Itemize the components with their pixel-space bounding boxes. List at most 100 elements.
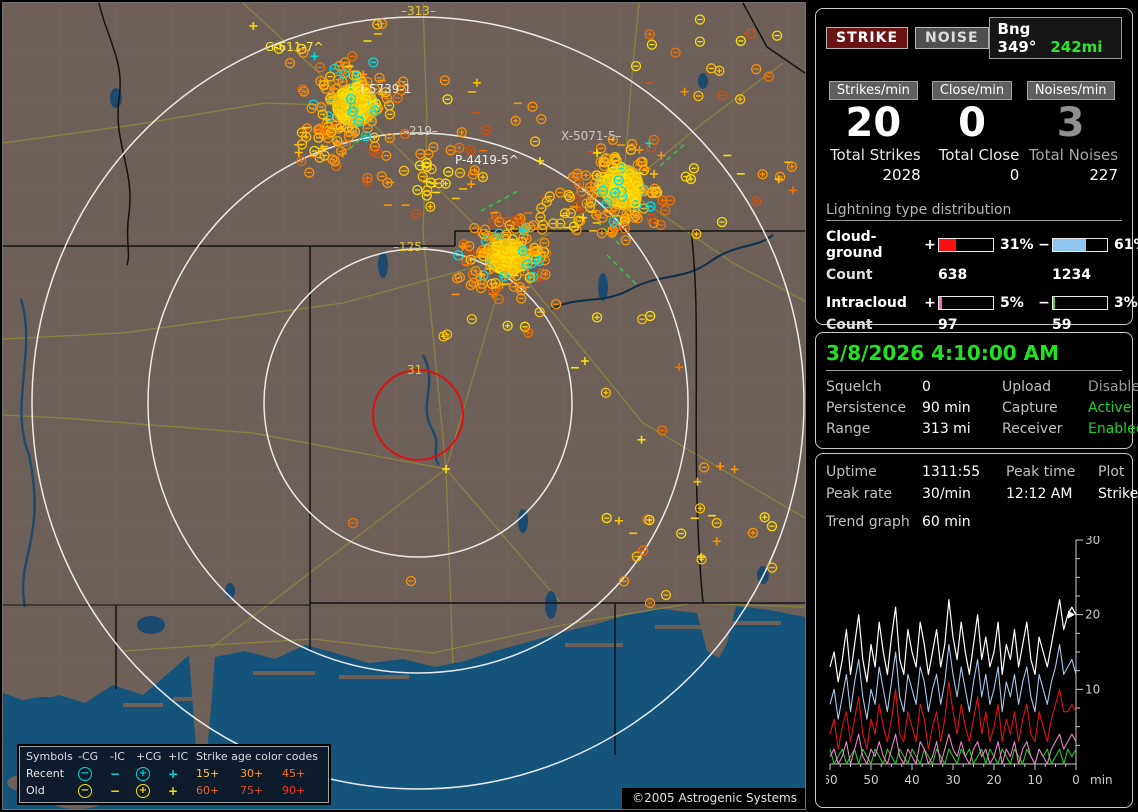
- noises-rate: 3: [1057, 102, 1085, 144]
- age-badge-45: 45+: [282, 767, 322, 781]
- age-badge-30: 30+: [240, 767, 282, 781]
- plus-icon: +: [168, 784, 196, 798]
- ic-neg-pct: 3%: [1110, 295, 1138, 311]
- peak-rate-label: Peak rate: [826, 486, 922, 502]
- svg-text:31: 31: [407, 363, 422, 377]
- ic-pos-bar: [938, 296, 994, 310]
- receiver-status: Enabled: [1088, 421, 1138, 437]
- cg-pos-pct: 31%: [996, 237, 1036, 253]
- ic-pos-pct: 5%: [996, 295, 1036, 311]
- plus-icon: +: [168, 767, 196, 781]
- circle-plus-icon: +: [136, 766, 168, 781]
- total-strikes-value: 2028: [882, 166, 920, 184]
- trend-graph: 1020306050403020100min: [826, 536, 1124, 788]
- cg-count-label: Count: [826, 267, 922, 283]
- plus-sign: +: [924, 295, 936, 311]
- receiver-label: Receiver: [1002, 421, 1088, 437]
- rate-columns: Strikes/min 20 Total Strikes 2028 Close/…: [826, 81, 1122, 184]
- upload-status: Disabled: [1088, 379, 1138, 395]
- legend-age-header: Strike age color codes: [196, 750, 322, 764]
- range-value: 313 mi: [922, 421, 1002, 437]
- cg-neg-bar: [1052, 238, 1108, 252]
- bearing-readout: Bng 349° 242mi: [989, 17, 1122, 59]
- peak-rate-value: 30/min: [922, 486, 1006, 502]
- circle-minus-icon: −: [78, 783, 110, 798]
- legend-col-cg-neg: -CG: [78, 750, 110, 764]
- legend-row-old-label: Old: [26, 784, 78, 798]
- lightning-distribution: Lightning type distribution Cloud-ground…: [826, 202, 1122, 333]
- age-badge-15: 15+: [196, 767, 240, 781]
- map-panel[interactable]: –313– –219– –125– 31 G-611-7^ I-5739-1 P-4419-…: [2, 2, 806, 810]
- close-rate: 0: [958, 102, 986, 144]
- close-column: Close/min 0 Total Close 0: [925, 81, 1024, 184]
- minus-sign: −: [1038, 295, 1050, 311]
- svg-text:I-5739-1: I-5739-1: [361, 82, 411, 96]
- plus-sign: +: [924, 237, 936, 253]
- circle-minus-icon: −: [78, 766, 110, 781]
- circle-plus-icon: +: [136, 783, 168, 798]
- svg-text:30: 30: [945, 773, 960, 787]
- ic-pos-count: 97: [938, 317, 994, 333]
- capture-label: Capture: [1002, 400, 1088, 416]
- capture-status: Active: [1088, 400, 1138, 416]
- total-noises-label: Total Noises: [1029, 146, 1118, 164]
- svg-text:min: min: [1090, 773, 1113, 787]
- noise-button[interactable]: NOISE: [915, 27, 988, 49]
- bearing-label: Bng 349°: [998, 20, 1037, 56]
- stats-panel: STRIKE NOISE Bng 349° 242mi Strikes/min 2…: [815, 8, 1133, 325]
- strikes-column: Strikes/min 20 Total Strikes 2028: [826, 81, 925, 184]
- total-close-label: Total Close: [939, 146, 1020, 164]
- noises-column: Noises/min 3 Total Noises 227: [1023, 81, 1122, 184]
- svg-text:–125–: –125–: [393, 240, 428, 254]
- intracloud-label: Intracloud: [826, 295, 922, 311]
- svg-text:60: 60: [826, 773, 838, 787]
- noises-per-min-chip: Noises/min: [1027, 81, 1115, 100]
- cg-pos-bar: [938, 238, 994, 252]
- legend-col-ic-pos: +IC: [168, 750, 196, 764]
- total-close-value: 0: [1010, 166, 1020, 184]
- svg-text:20: 20: [986, 773, 1001, 787]
- ic-neg-bar: [1052, 296, 1108, 310]
- status-panel: 3/8/2026 4:10:00 AM Squelch 0 Upload Dis…: [815, 332, 1133, 449]
- trend-panel: Uptime 1311:55 Peak time Plot Peak rate …: [815, 453, 1133, 808]
- close-per-min-chip: Close/min: [932, 81, 1012, 100]
- svg-text:P-4419-5^: P-4419-5^: [455, 153, 519, 167]
- age-badge-90: 90+: [282, 784, 322, 798]
- peak-time-label: Peak time: [1006, 464, 1098, 480]
- svg-text:30: 30: [1085, 536, 1100, 547]
- lightning-app: –313– –219– –125– 31 G-611-7^ I-5739-1 P-4419-…: [0, 0, 1138, 812]
- map-legend: Symbols -CG -IC +CG +IC Strike age color…: [19, 746, 329, 803]
- svg-text:0: 0: [1072, 773, 1080, 787]
- trend-graph-value: 60 min: [922, 514, 971, 530]
- squelch-value: 0: [922, 379, 1002, 395]
- strikes-rate: 20: [846, 102, 902, 144]
- legend-col-cg-pos: +CG: [136, 750, 168, 764]
- trend-graph-label: Trend graph: [826, 514, 922, 530]
- svg-text:G-611-7^: G-611-7^: [265, 40, 324, 54]
- ic-neg-count: 59: [1052, 317, 1108, 333]
- minus-icon: −: [110, 784, 136, 798]
- svg-text:50: 50: [863, 773, 878, 787]
- svg-text:10: 10: [1027, 773, 1042, 787]
- cg-neg-pct: 61%: [1110, 237, 1138, 253]
- strike-button[interactable]: STRIKE: [826, 27, 908, 49]
- squelch-label: Squelch: [826, 379, 922, 395]
- age-badge-75: 75+: [240, 784, 282, 798]
- cg-neg-count: 1234: [1052, 267, 1108, 283]
- minus-sign: −: [1038, 237, 1050, 253]
- svg-text:–313–: –313–: [401, 4, 436, 18]
- bearing-distance: 242mi: [1050, 38, 1102, 56]
- map-canvas[interactable]: –313– –219– –125– 31 G-611-7^ I-5739-1 P-4419-…: [3, 3, 805, 809]
- svg-text:–219–: –219–: [403, 124, 438, 138]
- plot-mode-value: Strike: [1098, 486, 1138, 502]
- persistence-label: Persistence: [826, 400, 922, 416]
- minus-icon: −: [110, 767, 136, 781]
- upload-label: Upload: [1002, 379, 1088, 395]
- plot-label: Plot: [1098, 464, 1138, 480]
- uptime-value: 1311:55: [922, 464, 1006, 480]
- svg-text:40: 40: [904, 773, 919, 787]
- distribution-title: Lightning type distribution: [826, 202, 1122, 221]
- peak-time-value: 12:12 AM: [1006, 486, 1098, 502]
- legend-symbols-header: Symbols: [26, 750, 78, 764]
- cg-pos-count: 638: [938, 267, 994, 283]
